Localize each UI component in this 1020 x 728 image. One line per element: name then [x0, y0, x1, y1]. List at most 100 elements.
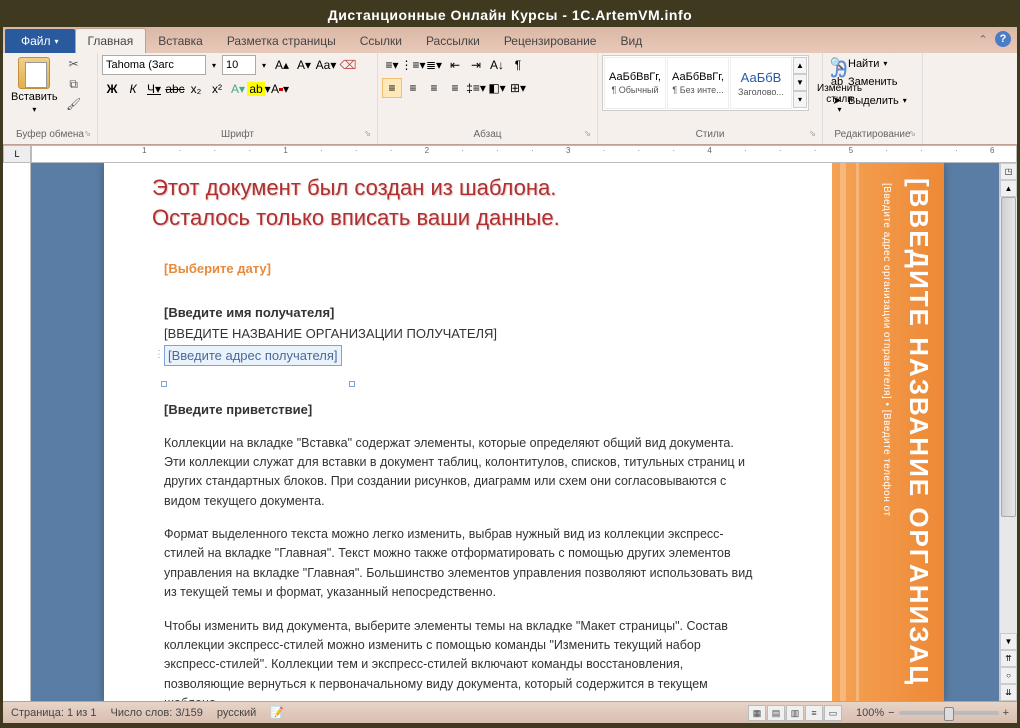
outline-view-icon[interactable]: ≡ — [805, 705, 823, 721]
sidebar-address[interactable]: [Введите адрес организации отправителя] … — [881, 183, 892, 517]
underline-button[interactable]: Ч▾ — [144, 79, 164, 99]
style-no-spacing[interactable]: АаБбВвГг, ¶ Без инте... — [667, 57, 729, 109]
clear-formatting-button[interactable]: ⌫ — [338, 55, 358, 75]
font-name-dropdown-icon[interactable]: ▾ — [208, 55, 220, 75]
bullets-button[interactable]: ≡▾ — [382, 55, 402, 75]
document-page[interactable]: Этот документ был создан из шаблона. Ост… — [104, 163, 944, 701]
paragraph-group-label: Абзац — [382, 127, 593, 142]
italic-button[interactable]: К — [123, 79, 143, 99]
styles-gallery[interactable]: АаБбВвГг, ¶ Обычный АаБбВвГг, ¶ Без инте… — [602, 55, 809, 111]
tab-references[interactable]: Ссылки — [348, 29, 414, 53]
show-marks-button[interactable]: ¶ — [508, 55, 528, 75]
increase-indent-button[interactable]: ⇥ — [466, 55, 486, 75]
justify-button[interactable]: ≡ — [445, 78, 465, 98]
bold-button[interactable]: Ж — [102, 79, 122, 99]
shading-button[interactable]: ◧▾ — [487, 78, 507, 98]
line-spacing-button[interactable]: ‡≡▾ — [466, 78, 486, 98]
track-changes-icon[interactable]: 📝 — [270, 706, 284, 719]
page-status[interactable]: Страница: 1 из 1 — [11, 707, 97, 719]
copy-button[interactable]: ⧉ — [64, 77, 84, 95]
tab-view[interactable]: Вид — [608, 29, 654, 53]
styles-group: АаБбВвГг, ¶ Обычный АаБбВвГг, ¶ Без инте… — [598, 53, 823, 144]
editing-group-label: Редактирование — [827, 127, 918, 142]
font-name-combo[interactable] — [102, 55, 206, 75]
draft-view-icon[interactable]: ▭ — [824, 705, 842, 721]
align-left-button[interactable]: ≡ — [382, 78, 402, 98]
cut-button[interactable]: ✂ — [64, 57, 84, 75]
paste-button[interactable]: Вставить ▾ — [7, 55, 62, 116]
minimize-ribbon-icon[interactable]: ⌃ — [975, 31, 991, 47]
document-content[interactable]: [Выберите дату] [Введите имя получателя]… — [164, 259, 754, 701]
styles-more-icon[interactable]: ▾ — [793, 91, 807, 108]
style-normal[interactable]: АаБбВвГг, ¶ Обычный — [604, 57, 666, 109]
scroll-up-icon[interactable]: ▲ — [1000, 180, 1017, 197]
template-sidebar: [ВВЕДИТЕ НАЗВАНИЕ ОРГАНИЗАЦ [Введите адр… — [814, 163, 944, 701]
language-status[interactable]: русский — [217, 707, 256, 719]
zoom-slider[interactable] — [899, 711, 999, 715]
zoom-level[interactable]: 100% — [856, 707, 884, 719]
print-layout-view-icon[interactable]: ▦ — [748, 705, 766, 721]
styles-up-icon[interactable]: ▲ — [793, 57, 807, 74]
file-tab[interactable]: Файл — [5, 29, 75, 53]
subscript-button[interactable]: x₂ — [186, 79, 206, 99]
tab-review[interactable]: Рецензирование — [492, 29, 609, 53]
select-button[interactable]: ➤Выделить▾ — [827, 92, 910, 109]
tab-insert[interactable]: Вставка — [146, 29, 215, 53]
zoom-out-button[interactable]: − — [888, 707, 894, 719]
vertical-scrollbar[interactable]: ◳ ▲ ▼ ⇈ ○ ⇊ — [999, 163, 1017, 701]
numbering-button[interactable]: ⋮≡▾ — [403, 55, 423, 75]
align-right-button[interactable]: ≡ — [424, 78, 444, 98]
font-size-dropdown-icon[interactable]: ▾ — [258, 55, 270, 75]
style-heading[interactable]: АаБбВ Заголово... — [730, 57, 792, 109]
body-paragraph[interactable]: Формат выделенного текста можно легко из… — [164, 525, 754, 603]
text-effects-button[interactable]: A▾ — [228, 79, 248, 99]
word-count[interactable]: Число слов: 3/159 — [111, 707, 203, 719]
ruler-corner[interactable]: L — [3, 145, 31, 163]
font-size-combo[interactable] — [222, 55, 256, 75]
grow-font-button[interactable]: A▴ — [272, 55, 292, 75]
tab-mailings[interactable]: Рассылки — [414, 29, 492, 53]
browse-object-icon[interactable]: ○ — [1000, 667, 1017, 684]
tab-home[interactable]: Главная — [75, 28, 147, 53]
sidebar-org-name[interactable]: [ВВЕДИТЕ НАЗВАНИЕ ОРГАНИЗАЦ — [903, 178, 934, 686]
find-button[interactable]: 🔍Найти▾ — [827, 55, 890, 72]
tab-layout[interactable]: Разметка страницы — [215, 29, 348, 53]
replace-button[interactable]: abЗаменить — [827, 74, 900, 90]
borders-button[interactable]: ⊞▾ — [508, 78, 528, 98]
styles-down-icon[interactable]: ▼ — [793, 74, 807, 91]
clipboard-label: Буфер обмена — [7, 127, 93, 142]
scroll-thumb[interactable] — [1001, 197, 1016, 517]
zoom-in-button[interactable]: + — [1003, 707, 1009, 719]
change-case-button[interactable]: Aa▾ — [316, 55, 336, 75]
font-group: ▾ ▾ A▴ A▾ Aa▾ ⌫ Ж К Ч▾ abc x₂ x² — [98, 53, 378, 144]
ruler-toggle-icon[interactable]: ◳ — [1000, 163, 1017, 180]
sort-button[interactable]: A↓ — [487, 55, 507, 75]
find-icon: 🔍 — [830, 57, 844, 70]
recipient-name-field[interactable]: [Введите имя получателя] — [164, 303, 754, 323]
body-paragraph[interactable]: Коллекции на вкладке "Вставка" содержат … — [164, 434, 754, 512]
greeting-field[interactable]: [Введите приветствие] — [164, 400, 754, 420]
web-view-icon[interactable]: ▥ — [786, 705, 804, 721]
fullscreen-view-icon[interactable]: ▤ — [767, 705, 785, 721]
highlight-button[interactable]: ab▾ — [249, 79, 269, 99]
format-painter-button[interactable]: 🖌 — [64, 97, 84, 115]
prev-page-icon[interactable]: ⇈ — [1000, 650, 1017, 667]
recipient-address-field[interactable]: [Введите адрес получателя] — [164, 345, 342, 367]
superscript-button[interactable]: x² — [207, 79, 227, 99]
paste-label: Вставить — [11, 91, 58, 103]
help-icon[interactable]: ? — [995, 31, 1011, 47]
body-paragraph[interactable]: Чтобы изменить вид документа, выберите э… — [164, 617, 754, 702]
shrink-font-button[interactable]: A▾ — [294, 55, 314, 75]
recipient-org-field[interactable]: [ВВЕДИТЕ НАЗВАНИЕ ОРГАНИЗАЦИИ ПОЛУЧАТЕЛЯ… — [164, 324, 754, 344]
horizontal-ruler[interactable]: 1 · · · 1 · · · 2 · · · 3 · · · 4 · · · … — [31, 145, 1017, 163]
overlay-annotation: Этот документ был создан из шаблона. Ост… — [152, 173, 560, 233]
font-color-button[interactable]: A▾ — [270, 79, 290, 99]
date-field[interactable]: [Выберите дату] — [164, 259, 754, 279]
next-page-icon[interactable]: ⇊ — [1000, 684, 1017, 701]
align-center-button[interactable]: ≡ — [403, 78, 423, 98]
decrease-indent-button[interactable]: ⇤ — [445, 55, 465, 75]
scroll-down-icon[interactable]: ▼ — [1000, 633, 1017, 650]
vertical-ruler[interactable] — [3, 163, 31, 701]
strikethrough-button[interactable]: abc — [165, 79, 185, 99]
multilevel-button[interactable]: ≣▾ — [424, 55, 444, 75]
